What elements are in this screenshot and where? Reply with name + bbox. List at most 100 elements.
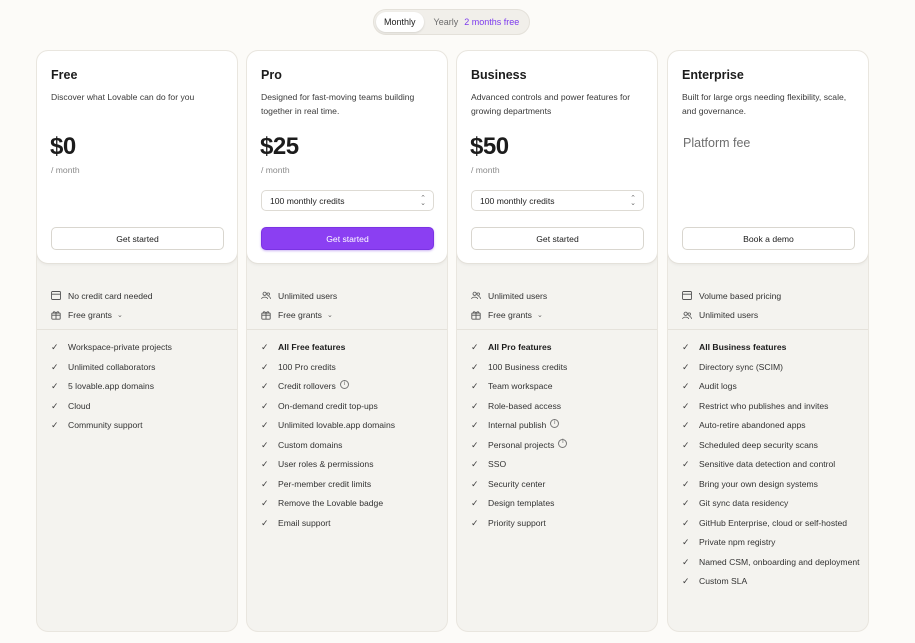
billing-period-toggle: Monthly Yearly 2 months free bbox=[373, 9, 531, 35]
yearly-label: Yearly bbox=[433, 17, 459, 27]
credits-select-value: 100 monthly credits bbox=[270, 195, 345, 206]
check-icon: ✓ bbox=[261, 478, 269, 489]
feature-label: Git sync data residency bbox=[699, 498, 789, 508]
feature-label: Unlimited lovable.app domains bbox=[278, 420, 396, 430]
divider bbox=[457, 329, 657, 330]
get-started-button[interactable]: Get started bbox=[51, 227, 224, 250]
highlight-item: Unlimited users bbox=[261, 286, 337, 306]
feature-label: All Pro features bbox=[488, 342, 552, 352]
feature-label: All Business features bbox=[699, 342, 787, 352]
feature-label: Security center bbox=[488, 478, 546, 489]
gift-icon bbox=[51, 310, 61, 320]
highlight-label: Free grants bbox=[278, 310, 322, 321]
feature-label: Internal publish bbox=[488, 420, 547, 430]
plan-card: Free Discover what Lovable can do for yo… bbox=[37, 51, 237, 264]
feature-label: Private npm registry bbox=[699, 537, 776, 547]
free-grants-toggle[interactable]: Free grants ⌄ bbox=[471, 306, 547, 326]
info-icon[interactable]: i bbox=[339, 380, 349, 389]
check-icon: ✓ bbox=[261, 420, 269, 430]
feature-label: Scheduled deep security scans bbox=[699, 439, 818, 450]
feature-label: Team workspace bbox=[488, 381, 553, 391]
feature-item: ✓ All Pro features bbox=[471, 341, 651, 355]
feature-label: Cloud bbox=[68, 400, 91, 411]
check-icon: ✓ bbox=[682, 342, 690, 352]
feature-item: ✓ 100 Business credits bbox=[471, 361, 651, 375]
free-grants-toggle[interactable]: Free grants ⌄ bbox=[261, 306, 337, 326]
feature-list: ✓ Workspace-private projects ✓ Unlimited c… bbox=[51, 341, 231, 439]
feature-item: ✓ Credit rollovers i bbox=[261, 380, 441, 394]
check-icon: ✓ bbox=[51, 361, 59, 372]
feature-list: ✓ All Free features ✓ 100 Pro credits ✓ Cre… bbox=[261, 341, 441, 536]
card-icon bbox=[51, 291, 61, 301]
plan-highlights: Unlimited users Free grants ⌄ bbox=[471, 286, 547, 325]
feature-item: ✓ Security center bbox=[471, 478, 651, 492]
highlight-label: Unlimited users bbox=[278, 290, 338, 301]
plan-description: Designed for fast-moving teams building … bbox=[261, 92, 415, 116]
check-icon: ✓ bbox=[682, 517, 690, 528]
check-icon: ✓ bbox=[471, 381, 479, 391]
check-icon: ✓ bbox=[471, 420, 479, 430]
users-icon bbox=[682, 310, 692, 320]
feature-label: GitHub Enterprise, cloud or self-hosted bbox=[699, 517, 848, 528]
feature-label: All Free features bbox=[278, 342, 346, 352]
get-started-button[interactable]: Get started bbox=[471, 227, 644, 250]
feature-item: ✓ Bring your own design systems bbox=[682, 478, 862, 492]
feature-label: 5 lovable.app domains bbox=[68, 381, 154, 391]
check-icon: ✓ bbox=[51, 342, 59, 352]
feature-item: ✓ Unlimited collaborators bbox=[51, 361, 231, 375]
feature-item: ✓ Unlimited lovable.app domains bbox=[261, 419, 441, 433]
feature-item: ✓ Per-member credit limits bbox=[261, 478, 441, 492]
feature-item: ✓ Internal publish i bbox=[471, 419, 651, 433]
check-icon: ✓ bbox=[261, 361, 269, 372]
chevron-down-icon: ⌄ bbox=[326, 312, 333, 320]
check-icon: ✓ bbox=[261, 381, 269, 391]
check-icon: ✓ bbox=[261, 517, 269, 528]
plan-price: $0 bbox=[50, 133, 76, 160]
plan-period: / month bbox=[471, 165, 500, 175]
plan-period: / month bbox=[51, 165, 80, 175]
check-icon: ✓ bbox=[261, 400, 269, 411]
feature-item: ✓ Auto-retire abandoned apps bbox=[682, 419, 862, 433]
highlight-item: Volume based pricing bbox=[682, 286, 781, 306]
monthly-label: Monthly bbox=[384, 17, 416, 27]
feature-label: Audit logs bbox=[699, 381, 737, 391]
feature-label: Personal projects bbox=[488, 439, 555, 450]
check-icon: ✓ bbox=[471, 459, 479, 469]
check-icon: ✓ bbox=[51, 400, 59, 411]
yearly-option[interactable]: Yearly 2 months free bbox=[426, 12, 528, 32]
check-icon: ✓ bbox=[682, 537, 690, 547]
users-icon bbox=[261, 291, 271, 301]
check-icon: ✓ bbox=[471, 361, 479, 372]
book-demo-button[interactable]: Book a demo bbox=[682, 227, 855, 250]
free-grants-toggle[interactable]: Free grants ⌄ bbox=[51, 306, 153, 326]
feature-item: ✓ Git sync data residency bbox=[682, 497, 862, 511]
highlight-label: Volume based pricing bbox=[699, 290, 782, 301]
feature-item: ✓ Cloud bbox=[51, 400, 231, 414]
feature-label: Directory sync (SCIM) bbox=[699, 361, 784, 372]
credits-select[interactable]: 100 monthly credits ⌃ ⌄ bbox=[261, 190, 434, 211]
feature-label: SSO bbox=[488, 459, 507, 469]
plan-name: Free bbox=[51, 68, 78, 82]
info-icon[interactable]: i bbox=[550, 419, 560, 428]
feature-item: ✓ SSO bbox=[471, 458, 651, 472]
check-icon: ✓ bbox=[471, 517, 479, 528]
divider bbox=[668, 329, 868, 330]
feature-label: Per-member credit limits bbox=[278, 478, 372, 489]
get-started-button[interactable]: Get started bbox=[261, 227, 434, 250]
check-icon: ✓ bbox=[682, 478, 690, 489]
credits-select[interactable]: 100 monthly credits ⌃ ⌄ bbox=[471, 190, 644, 211]
check-icon: ✓ bbox=[261, 498, 269, 508]
feature-list: ✓ All Pro features ✓ 100 Business credits … bbox=[471, 341, 651, 536]
feature-item: ✓ Community support bbox=[51, 419, 231, 433]
feature-label: Bring your own design systems bbox=[699, 478, 818, 489]
feature-label: Custom SLA bbox=[699, 576, 748, 586]
discount-label: 2 months free bbox=[464, 17, 520, 27]
info-icon[interactable]: i bbox=[558, 438, 568, 448]
check-icon: ✓ bbox=[682, 576, 690, 586]
feature-label: Workspace-private projects bbox=[68, 342, 172, 352]
check-icon: ✓ bbox=[471, 342, 479, 352]
feature-item: ✓ Role-based access bbox=[471, 400, 651, 414]
feature-label: Auto-retire abandoned apps bbox=[699, 420, 806, 430]
platform-fee: Platform fee bbox=[683, 136, 751, 150]
monthly-option[interactable]: Monthly bbox=[376, 12, 424, 32]
